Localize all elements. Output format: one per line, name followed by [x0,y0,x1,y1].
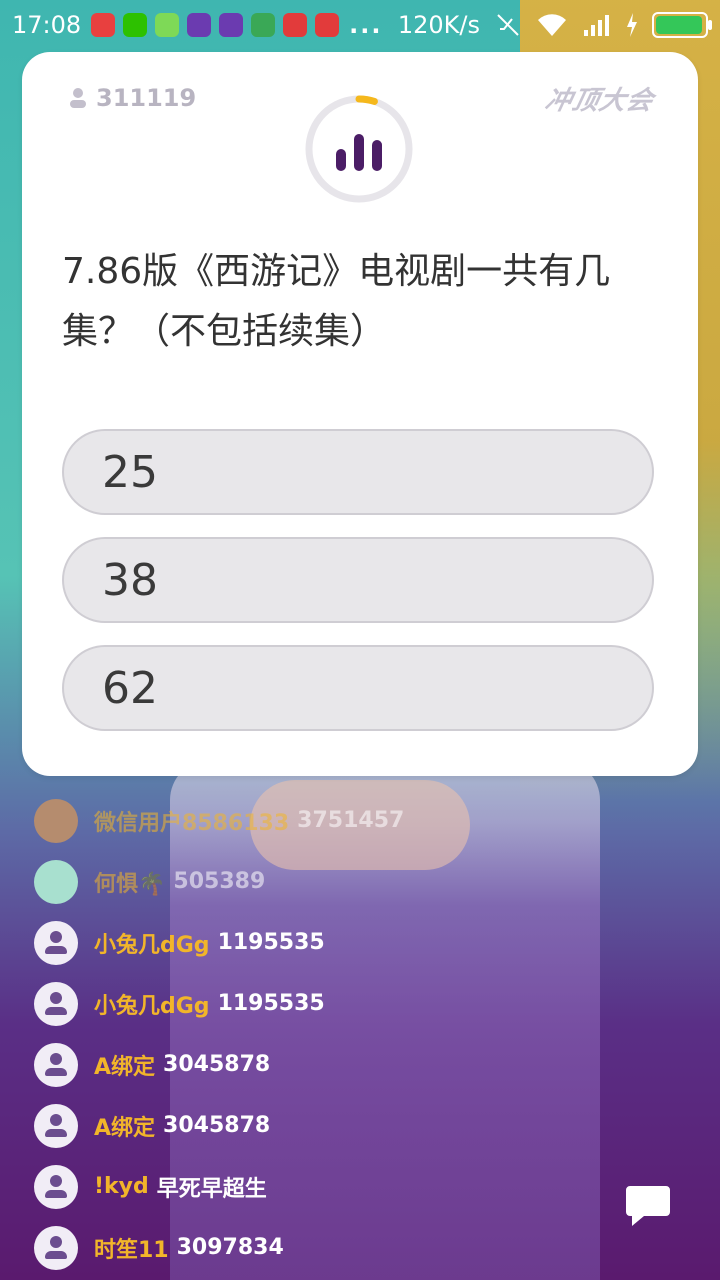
battery-icon [652,12,712,38]
avatar [34,1042,78,1087]
signal-icon [584,15,609,36]
comment-username: 何惧🌴 [94,871,166,897]
timer-bar [336,149,346,171]
game-icon [187,13,212,37]
brand-logo: 冲顶大会 [542,86,657,116]
more-notifications: ... [349,11,383,39]
comment-item: A绑定 3045878 [34,1034,634,1095]
question-text: 7.86版《西游记》电视剧一共有几集？（不包括续集） [62,251,611,352]
comment-username: 小兔几dGg [94,932,210,958]
answer-option-c[interactable]: 62 [62,645,654,731]
wechat-icon [123,13,148,37]
comment-item: 时笙11 3097834 [34,1217,634,1278]
comment-username: !kyd [94,1174,149,1199]
chat-icon[interactable] [624,1184,672,1228]
comment-message: 3751457 [297,808,405,833]
comment-message: 1195535 [217,991,325,1016]
comment-item: 何惧🌴 505389 [34,851,634,912]
avatar [34,1103,78,1148]
comment-message: 早死早超生 [156,1176,267,1202]
comment-username: 小兔几dGg [94,993,210,1019]
avatar [34,1164,78,1209]
game-icon [219,13,244,37]
comment-message: 3097834 [176,1235,284,1260]
video-icon [315,13,340,37]
android-icon [251,13,276,37]
weibo-icon [91,13,116,37]
mute-icon [497,14,519,36]
user-icon [70,88,86,108]
comment-message: 505389 [173,869,266,894]
viewer-count: 311119 [68,84,196,112]
option-label: 62 [102,662,158,714]
notification-icons [91,13,340,37]
comment-list: 微信用户8586133 3751457 何惧🌴 505389 小兔几dGg 11… [34,790,634,1278]
wifi-icon [538,14,566,36]
comment-username: A绑定 [94,1115,156,1141]
avatar [34,981,78,1026]
status-time: 17:08 [12,11,82,39]
answer-option-b[interactable]: 38 [62,537,654,623]
timer-bar [372,140,382,171]
battery-app-icon [155,13,180,37]
comment-item: 小兔几dGg 1195535 [34,973,634,1034]
avatar [34,798,78,843]
network-speed: 120K/s [397,11,480,39]
status-bar: 17:08 ... 120K/s [0,0,720,50]
option-label: 25 [102,446,158,498]
comment-message: 1195535 [217,930,325,955]
avatar [34,1225,78,1270]
answer-option-a[interactable]: 25 [62,429,654,515]
option-label: 38 [102,554,158,606]
avatar [34,859,78,904]
comment-item: !kyd 早死早超生 [34,1156,634,1217]
timer-bar [354,134,364,171]
comment-item: 小兔几dGg 1195535 [34,912,634,973]
comment-message: 3045878 [163,1052,271,1077]
comment-message: 3045878 [163,1113,271,1138]
answer-options: 25 38 62 [62,429,656,753]
comment-username: 时笙11 [94,1237,169,1263]
viewer-count-value: 311119 [96,84,197,112]
comment-item: 微信用户8586133 3751457 [34,790,634,851]
avatar [34,920,78,965]
quiz-card: 311119 冲顶大会 7.86版《西游记》电视剧一共有几集？（不包括续集） 2… [22,52,698,776]
comment-item: A绑定 3045878 [34,1095,634,1156]
status-right: 120K/s [397,11,712,39]
charging-icon [627,13,637,37]
comment-username: A绑定 [94,1054,156,1080]
countdown-timer [305,95,413,203]
video-icon [283,13,308,37]
comment-username: 微信用户8586133 [94,810,290,836]
